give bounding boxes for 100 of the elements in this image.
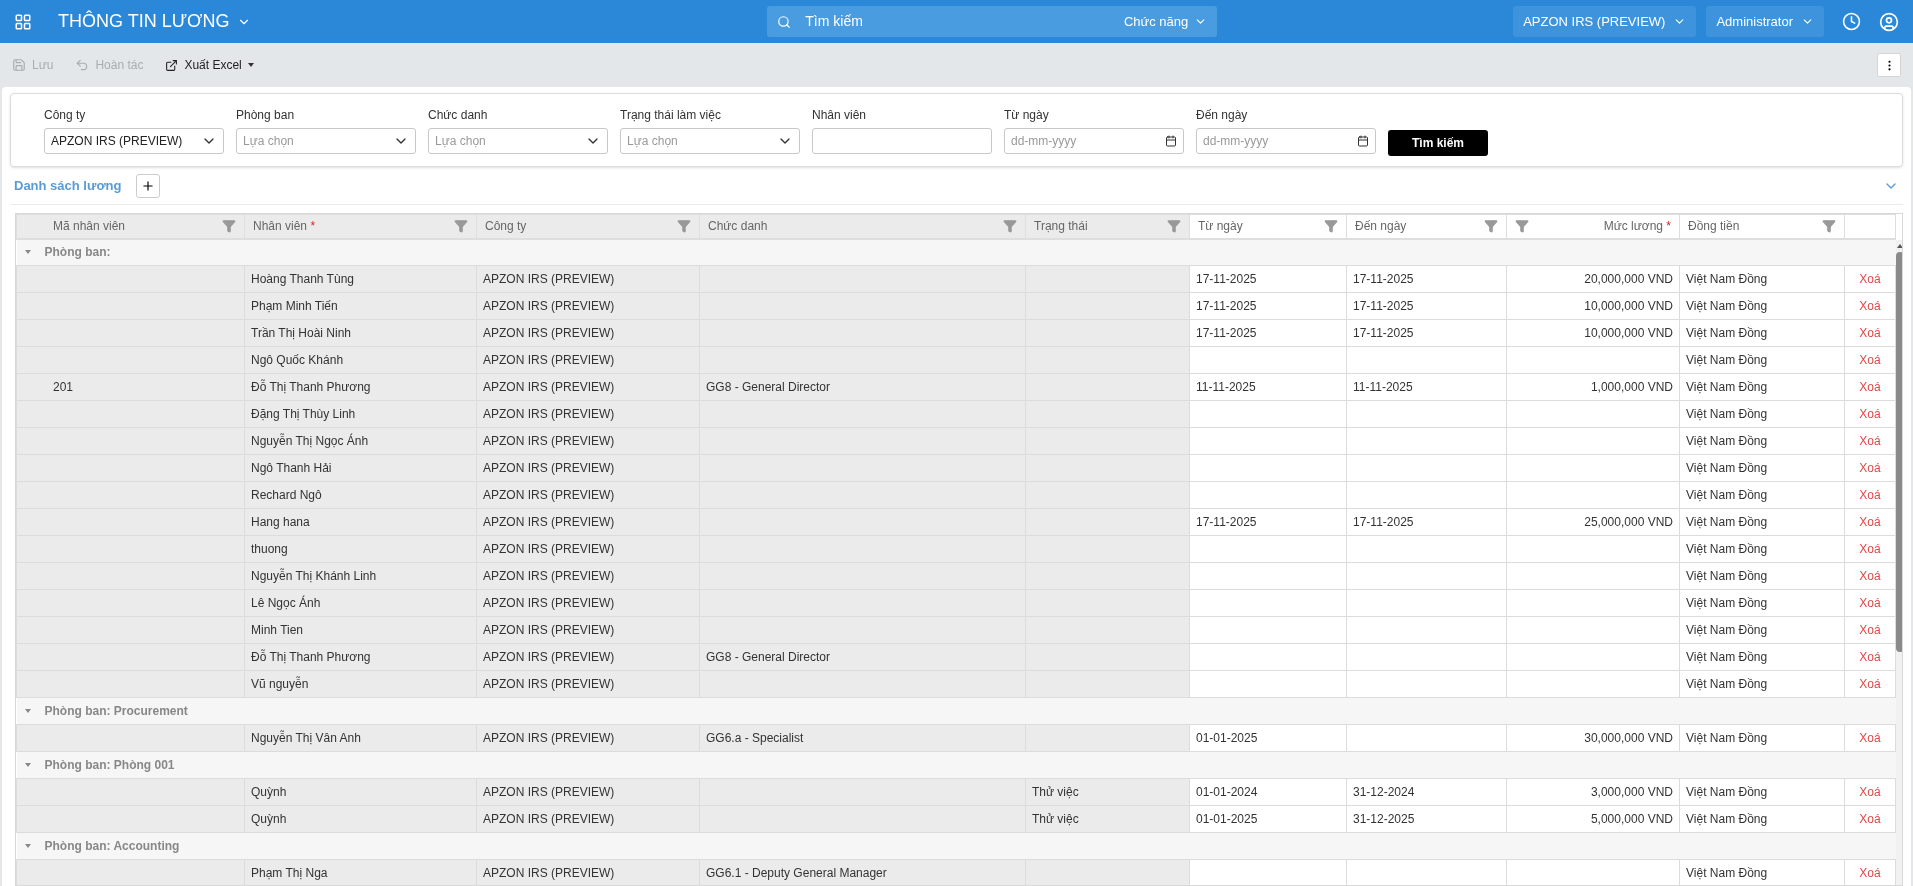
table-cell: APZON IRS (PREVIEW) <box>476 805 700 833</box>
select-field[interactable]: Lựa chọn <box>428 128 608 154</box>
field-label: Trạng thái làm việc <box>620 107 722 124</box>
more-options-button[interactable] <box>1877 53 1901 77</box>
table-cell: APZON IRS (PREVIEW) <box>476 373 700 401</box>
filter-icon[interactable] <box>1515 219 1529 234</box>
column-header[interactable]: Chức danh <box>699 214 1026 239</box>
scope-dropdown[interactable]: Chức năng <box>1123 11 1208 32</box>
table-cell: APZON IRS (PREVIEW) <box>476 778 700 806</box>
table-cell: GG8 - General Director <box>699 373 1026 401</box>
table-cell: 31-12-2024 <box>1346 778 1507 806</box>
toolbar-button[interactable]: Xuất Excel <box>165 56 254 74</box>
group-label: Phòng ban: Procurement <box>44 703 188 720</box>
table-cell: Việt Nam Đồng <box>1679 427 1845 455</box>
table-cell: Đỗ Thị Thanh Phương <box>244 643 477 671</box>
table-cell: 17-11-2025 <box>1346 319 1507 347</box>
input-field[interactable] <box>812 128 992 154</box>
table-cell: 1,000,000 VND <box>1506 373 1680 401</box>
column-header[interactable]: Công ty <box>476 214 700 239</box>
table-cell: 17-11-2025 <box>1189 508 1347 536</box>
table-cell: APZON IRS (PREVIEW) <box>476 724 700 752</box>
date-field[interactable]: dd-mm-yyyy <box>1004 128 1184 154</box>
filter-icon[interactable] <box>1822 219 1836 234</box>
table-cell: 11-11-2025 <box>1346 373 1507 401</box>
table-cell: Việt Nam Đồng <box>1679 346 1845 374</box>
table-cell: 01-01-2024 <box>1189 778 1347 806</box>
save-icon <box>12 58 26 72</box>
user-avatar-icon[interactable] <box>1879 11 1899 32</box>
company-dropdown[interactable]: APZON IRS (PREVIEW) <box>1513 6 1697 37</box>
export-icon <box>165 58 179 72</box>
column-header[interactable]: Mức lương * <box>1506 214 1680 239</box>
table-cell: 5,000,000 VND <box>1506 805 1680 833</box>
column-title: Mức lương * <box>1602 218 1671 236</box>
table-cell: APZON IRS (PREVIEW) <box>476 859 700 885</box>
table-cell: APZON IRS (PREVIEW) <box>476 265 700 293</box>
field-label: Từ ngày <box>1004 107 1050 124</box>
select-field[interactable]: APZON IRS (PREVIEW) <box>44 128 224 154</box>
column-header[interactable]: Đến ngày <box>1346 214 1507 239</box>
group-row[interactable]: Phòng ban: Procurement <box>16 697 1896 725</box>
history-icon[interactable] <box>1842 12 1861 31</box>
apps-grid-icon[interactable] <box>14 12 32 31</box>
plus-icon <box>140 178 155 193</box>
select-field[interactable]: Lựa chọn <box>236 128 416 154</box>
table-cell: Việt Nam Đồng <box>1679 454 1845 482</box>
search-bar[interactable]: Tìm kiếm Chức năng <box>767 6 1218 37</box>
table-cell: Nguyễn Thị Vân Anh <box>244 724 477 752</box>
group-row[interactable]: Phòng ban: Phòng 001 <box>16 751 1896 779</box>
table-cell: Việt Nam Đồng <box>1679 859 1845 885</box>
table-cell: Việt Nam Đồng <box>1679 400 1845 428</box>
filter-icon[interactable] <box>222 219 236 234</box>
scrollbar[interactable] <box>1896 240 1902 885</box>
table-cell: Hoàng Thanh Tùng <box>244 265 477 293</box>
table-cell: Lê Ngọc Ánh <box>244 589 477 617</box>
user-dropdown[interactable]: Administrator <box>1706 6 1824 37</box>
filter-icon[interactable] <box>1484 219 1498 234</box>
table-cell: 17-11-2025 <box>1189 292 1347 320</box>
table-cell: GG6.a - Specialist <box>699 724 1026 752</box>
page-title-menu[interactable]: THÔNG TIN LƯƠNG <box>58 8 252 35</box>
column-header[interactable]: Mã nhân viên <box>16 214 245 239</box>
add-button[interactable] <box>135 173 160 198</box>
select-field[interactable]: Lựa chọn <box>620 128 800 154</box>
table-cell: Trần Thị Hoài Ninh <box>244 319 477 347</box>
table-cell: Hang hana <box>244 508 477 536</box>
filter-icon[interactable] <box>1167 219 1181 234</box>
expand-caret-icon[interactable] <box>24 844 31 848</box>
filter-icon[interactable] <box>1324 219 1338 234</box>
column-title: Nhân viên * <box>253 218 317 236</box>
column-header[interactable]: Đồng tiền <box>1679 214 1845 239</box>
expand-caret-icon[interactable] <box>24 250 31 255</box>
table-cell: Việt Nam Đồng <box>1679 535 1845 563</box>
expand-caret-icon[interactable] <box>24 709 31 713</box>
filter-icon[interactable] <box>1003 219 1017 234</box>
group-row[interactable]: Phòng ban: <box>16 238 1896 266</box>
filter-icon[interactable] <box>454 219 468 234</box>
table-cell: 10,000,000 VND <box>1506 292 1680 320</box>
table-cell: thuong <box>244 535 477 563</box>
column-title: Chức danh <box>708 218 769 236</box>
date-field[interactable]: dd-mm-yyyy <box>1196 128 1376 154</box>
table-cell: Việt Nam Đồng <box>1679 616 1845 644</box>
table-cell: APZON IRS (PREVIEW) <box>476 643 700 671</box>
group-label: Phòng ban: Phòng 001 <box>44 757 175 774</box>
field-label: Công ty <box>44 107 87 124</box>
table-cell: Ngô Quốc Khánh <box>244 346 477 374</box>
table-cell: APZON IRS (PREVIEW) <box>476 346 700 374</box>
table-cell: 31-12-2025 <box>1346 805 1507 833</box>
field-label: Đến ngày <box>1196 107 1249 124</box>
search-button[interactable]: Tìm kiếm <box>1388 130 1488 156</box>
expand-caret-icon[interactable] <box>24 763 31 767</box>
column-header[interactable]: Trạng thái <box>1025 214 1190 239</box>
filter-icon[interactable] <box>677 219 691 234</box>
table-cell: Việt Nam Đồng <box>1679 805 1845 833</box>
group-row[interactable]: Phòng ban: Accounting <box>16 832 1896 860</box>
column-header[interactable]: Nhân viên * <box>244 214 477 239</box>
column-header[interactable]: Từ ngày <box>1189 214 1347 239</box>
table-cell: Việt Nam Đồng <box>1679 373 1845 401</box>
table-cell: Phạm Minh Tiến <box>244 292 477 320</box>
table-cell: 17-11-2025 <box>1189 319 1347 347</box>
table-cell: 30,000,000 VND <box>1506 724 1680 752</box>
table-cell: APZON IRS (PREVIEW) <box>476 508 700 536</box>
table-cell: 17-11-2025 <box>1346 508 1507 536</box>
